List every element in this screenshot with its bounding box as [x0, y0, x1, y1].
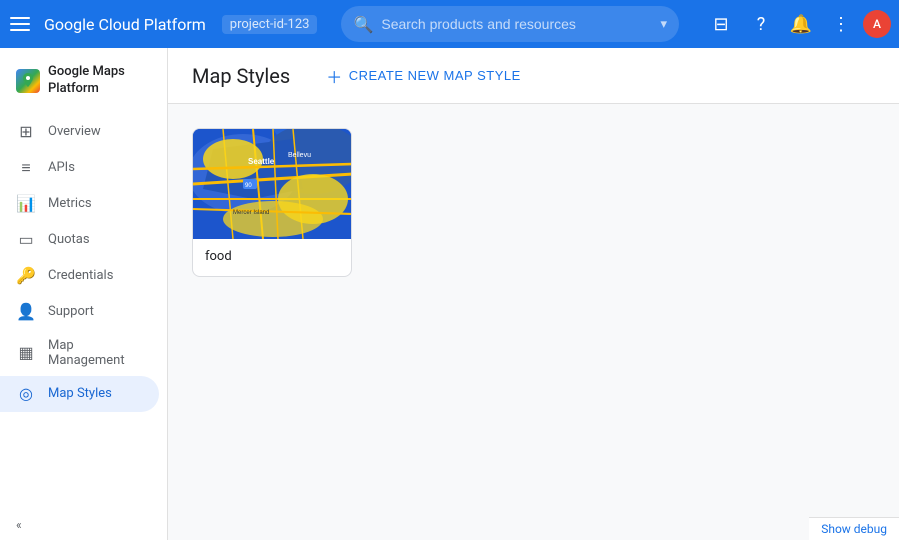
credentials-icon: 🔑: [16, 266, 36, 285]
quotas-label: Quotas: [48, 232, 90, 247]
sidebar-nav: ⊞ Overview ≡ APIs 📊 Metrics ▭ Quotas 🔑 C…: [0, 114, 167, 412]
svg-text:Mercer Island: Mercer Island: [233, 210, 269, 216]
create-new-map-style-button[interactable]: ＋ CREATE NEW MAP STYLE: [314, 58, 533, 94]
map-styles-label: Map Styles: [48, 386, 112, 401]
search-input[interactable]: [381, 16, 652, 32]
collapse-icon: «: [16, 518, 22, 532]
sidebar-item-map-styles[interactable]: ◎ Map Styles: [0, 376, 159, 412]
notifications-button[interactable]: 🔔: [783, 6, 819, 42]
sidebar-header: Google Maps Platform: [0, 56, 167, 114]
maps-logo: [16, 69, 40, 93]
create-button-label: CREATE NEW MAP STYLE: [349, 68, 521, 83]
card-grid: Seattle Bellevu Mercer Island 90 food: [192, 128, 875, 277]
sidebar-item-map-management[interactable]: ▦ Map Management: [0, 330, 159, 376]
page-title: Map Styles: [192, 64, 290, 88]
layout: Google Maps Platform ⊞ Overview ≡ APIs 📊…: [0, 48, 899, 540]
metrics-icon: 📊: [16, 194, 36, 213]
sidebar-collapse-button[interactable]: «: [0, 510, 167, 540]
sidebar-title: Google Maps Platform: [48, 64, 151, 98]
map-svg: Seattle Bellevu Mercer Island 90: [193, 129, 352, 239]
svg-text:90: 90: [245, 183, 252, 189]
svg-text:Bellevu: Bellevu: [288, 152, 311, 159]
show-debug-button[interactable]: Show debug: [809, 517, 899, 540]
sidebar-item-overview[interactable]: ⊞ Overview: [0, 114, 159, 150]
settings-button[interactable]: ⋮: [823, 6, 859, 42]
map-style-label: food: [193, 239, 351, 276]
quotas-icon: ▭: [16, 230, 36, 249]
app-title: Google Cloud Platform: [44, 15, 206, 34]
sidebar-item-credentials[interactable]: 🔑 Credentials: [0, 258, 159, 294]
support-label: Support: [48, 304, 94, 319]
help-button[interactable]: ?: [743, 6, 779, 42]
map-management-icon: ▦: [16, 343, 36, 362]
topbar-actions: ⊟ ? 🔔 ⋮ A: [703, 6, 891, 42]
sidebar-item-quotas[interactable]: ▭ Quotas: [0, 222, 159, 258]
metrics-label: Metrics: [48, 196, 92, 211]
create-icon: ＋: [326, 64, 343, 88]
map-styles-icon: ◎: [16, 384, 36, 403]
project-selector[interactable]: project-id-123: [222, 15, 318, 34]
search-dropdown-icon[interactable]: ▾: [660, 17, 667, 32]
main-content-area: Map Styles ＋ CREATE NEW MAP STYLE: [168, 48, 899, 540]
map-style-card-food[interactable]: Seattle Bellevu Mercer Island 90 food: [192, 128, 352, 277]
svg-text:Seattle: Seattle: [248, 157, 275, 166]
sidebar-item-support[interactable]: 👤 Support: [0, 294, 159, 330]
sidebar-item-metrics[interactable]: 📊 Metrics: [0, 186, 159, 222]
credentials-label: Credentials: [48, 268, 113, 283]
topbar: Google Cloud Platform project-id-123 🔍 ▾…: [0, 0, 899, 48]
support-icon: 👤: [16, 302, 36, 321]
search-icon: 🔍: [353, 15, 373, 34]
overview-icon: ⊞: [16, 122, 36, 141]
avatar[interactable]: A: [863, 10, 891, 38]
map-preview: Seattle Bellevu Mercer Island 90: [193, 129, 352, 239]
overview-label: Overview: [48, 124, 101, 139]
map-management-label: Map Management: [48, 338, 143, 368]
sidebar: Google Maps Platform ⊞ Overview ≡ APIs 📊…: [0, 48, 168, 540]
apis-icon: ≡: [16, 158, 36, 178]
main-header: Map Styles ＋ CREATE NEW MAP STYLE: [168, 48, 899, 104]
search-bar[interactable]: 🔍 ▾: [341, 6, 679, 42]
menu-icon[interactable]: [8, 12, 32, 36]
apis-label: APIs: [48, 160, 75, 175]
sidebar-item-apis[interactable]: ≡ APIs: [0, 150, 159, 186]
cloud-shell-button[interactable]: ⊟: [703, 6, 739, 42]
map-styles-grid: Seattle Bellevu Mercer Island 90 food: [168, 104, 899, 540]
